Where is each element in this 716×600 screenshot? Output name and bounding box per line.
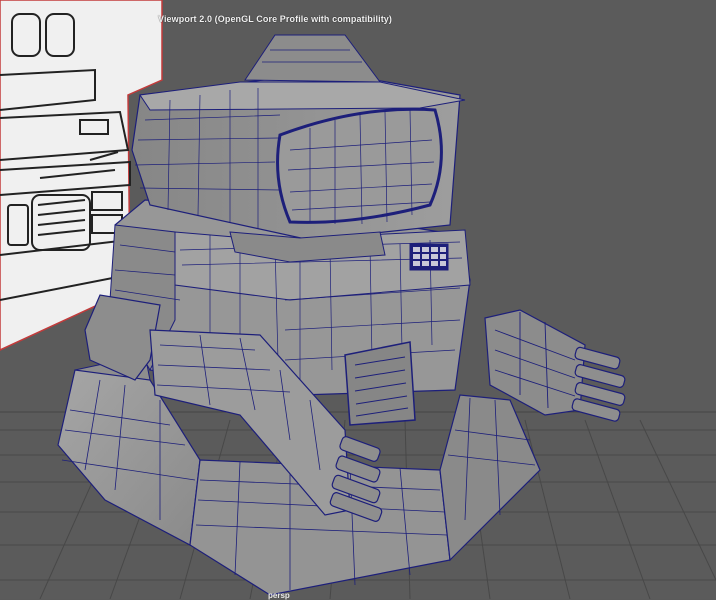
viewport-canvas[interactable] xyxy=(0,0,716,599)
3d-viewport[interactable]: Viewport 2.0 (OpenGL Core Profile with c… xyxy=(0,0,716,600)
body-vent xyxy=(344,341,416,426)
body-keypad xyxy=(409,243,449,271)
right-hand xyxy=(571,346,626,422)
viewport-renderer-label: Viewport 2.0 (OpenGL Core Profile with c… xyxy=(158,14,392,24)
